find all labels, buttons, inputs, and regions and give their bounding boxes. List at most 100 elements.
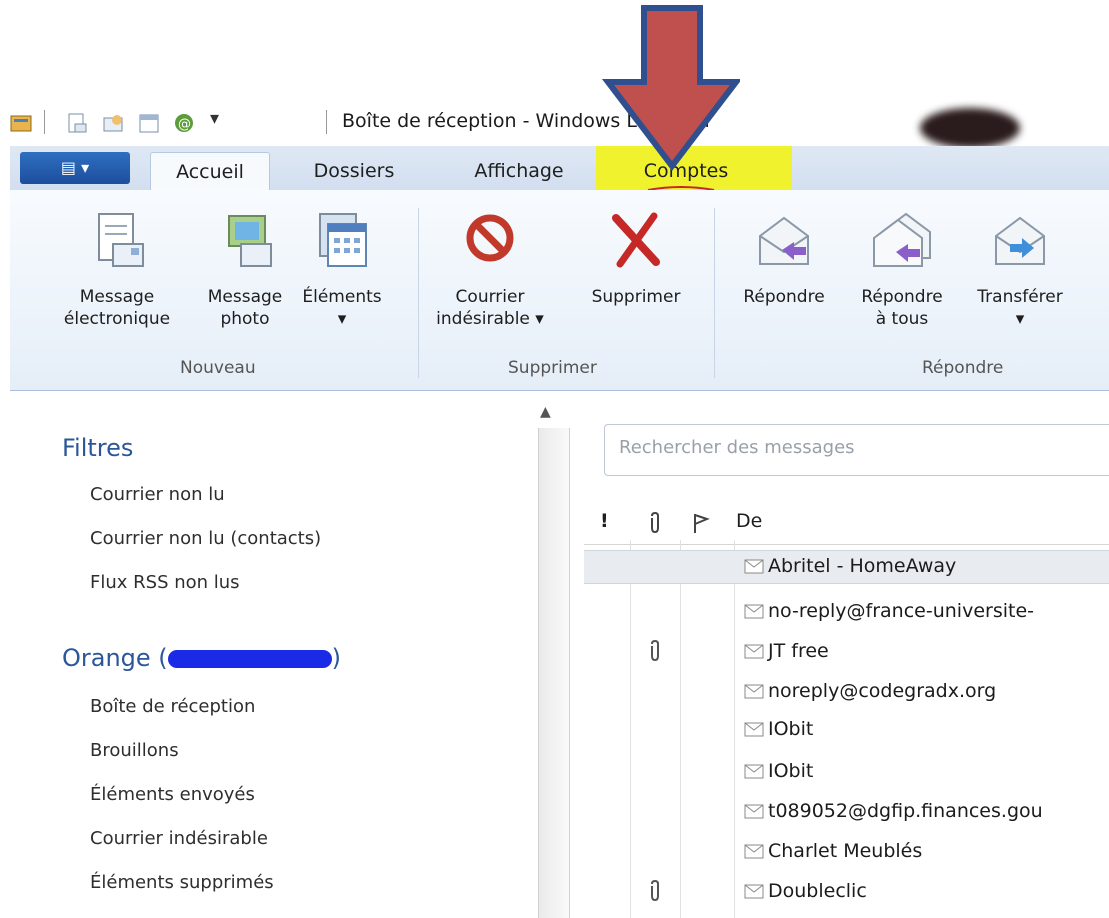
message-sender: IObit [768, 718, 814, 740]
attachment-icon [651, 880, 659, 902]
forward-label-1: Transférer [977, 287, 1063, 307]
tab-accueil[interactable]: Accueil [150, 152, 270, 191]
folder-inbox[interactable]: Boîte de réception [90, 696, 255, 717]
message-sender: JT free [768, 640, 829, 662]
envelope-icon [744, 804, 764, 819]
envelope-icon [744, 844, 764, 859]
red-arrow-annotation [601, 5, 740, 171]
message-sender: IObit [768, 760, 814, 782]
folder-junk[interactable]: Courrier indésirable [90, 828, 268, 849]
menu-icon: ▤ [60, 158, 76, 177]
search-placeholder: Rechercher des messages [619, 437, 855, 458]
photo-email-label-1: Message [207, 287, 283, 307]
ribbon-tabs: ▤ ▾ Accueil Dossiers Affichage Comptes [10, 146, 1109, 191]
junk-label-2: indésirable ▾ [436, 309, 544, 329]
new-message-icon[interactable] [66, 112, 88, 134]
reply-all-label-1: Répondre [861, 287, 943, 307]
scrollbar[interactable] [538, 428, 570, 918]
message-row[interactable]: Charlet Meublés [584, 836, 1109, 868]
envelope-icon [744, 722, 764, 737]
group-label-repondre: Répondre [922, 358, 1004, 378]
qa-separator [44, 110, 45, 134]
new-email-label-1: Message [79, 287, 155, 307]
message-row[interactable]: t089052@dgfip.finances.gou [584, 796, 1109, 828]
ribbon-home: Message électronique Message photo Éléme… [10, 190, 1109, 391]
filter-unread[interactable]: Courrier non lu [90, 484, 225, 505]
svg-text:@: @ [178, 117, 191, 132]
file-menu-button[interactable]: ▤ ▾ [20, 152, 130, 184]
reply-button[interactable]: Répondre [726, 210, 842, 308]
junk-button[interactable]: Courrier indésirable ▾ [430, 210, 550, 330]
importance-column[interactable]: ! [600, 510, 609, 532]
group-label-supprimer: Supprimer [508, 358, 597, 378]
junk-label-1: Courrier [455, 287, 525, 307]
chevron-down-icon: ▾ [337, 309, 347, 329]
message-row[interactable]: IObit [584, 756, 1109, 788]
items-calendar-icon [319, 213, 367, 267]
contacts-icon[interactable] [102, 112, 124, 134]
message-row[interactable]: Abritel - HomeAway [584, 550, 1109, 584]
message-sender: no-reply@france-universite- [768, 600, 1034, 622]
redacted-email [167, 650, 332, 668]
app-mail-icon[interactable] [10, 112, 32, 134]
forward-button[interactable]: Transférer ▾ [962, 210, 1078, 330]
search-input[interactable]: Rechercher des messages [604, 424, 1109, 476]
scroll-up-icon[interactable]: ▲ [540, 404, 551, 420]
reply-all-button[interactable]: Répondre à tous [844, 210, 960, 330]
envelope-icon [744, 559, 764, 574]
chevron-down-icon: ▾ [81, 158, 90, 177]
message-sender: Doubleclic [768, 880, 867, 902]
message-list-header: ! De [584, 500, 1109, 545]
delete-button[interactable]: Supprimer [576, 210, 696, 308]
calendar-icon[interactable] [138, 112, 160, 134]
photo-email-button[interactable]: Message photo [200, 210, 290, 330]
message-row[interactable]: noreply@codegradx.org [584, 676, 1109, 708]
reply-all-icon [873, 212, 931, 267]
account-suffix: ) [331, 644, 342, 672]
flag-column-icon[interactable] [692, 512, 710, 534]
filter-unread-rss[interactable]: Flux RSS non lus [90, 572, 240, 593]
message-sender: Abritel - HomeAway [768, 555, 957, 577]
from-column[interactable]: De [736, 510, 762, 532]
photo-email-label-2: photo [220, 309, 270, 329]
junk-icon [466, 214, 514, 262]
envelope-icon [744, 764, 764, 779]
folder-deleted[interactable]: Éléments supprimés [90, 872, 274, 893]
items-button[interactable]: Éléments ▾ [292, 210, 392, 330]
qa-customize-icon[interactable]: ▾ [210, 108, 219, 129]
send-receive-icon[interactable]: @ [174, 112, 196, 134]
filters-title[interactable]: Filtres [62, 434, 133, 462]
attachment-icon [651, 640, 659, 662]
forward-icon [995, 216, 1045, 265]
envelope-icon [744, 644, 764, 659]
attachment-column-icon[interactable] [648, 512, 662, 534]
message-sender: noreply@codegradx.org [768, 680, 997, 702]
tab-affichage[interactable]: Affichage [454, 152, 584, 190]
redacted-blob [920, 108, 1020, 148]
reply-label: Répondre [743, 287, 825, 307]
message-sender: t089052@dgfip.finances.gou [768, 800, 1043, 822]
chevron-down-icon: ▾ [1015, 309, 1025, 329]
envelope-icon [744, 884, 764, 899]
account-name: Orange ( [62, 644, 168, 672]
filter-unread-contacts[interactable]: Courrier non lu (contacts) [90, 528, 321, 549]
message-row[interactable]: IObit [584, 714, 1109, 746]
delete-icon [612, 212, 660, 268]
folder-pane: Filtres Courrier non lu Courrier non lu … [10, 392, 538, 918]
folder-sent[interactable]: Éléments envoyés [90, 784, 255, 805]
message-row[interactable]: JT free [584, 636, 1109, 668]
tab-dossiers[interactable]: Dossiers [294, 152, 414, 190]
message-sender: Charlet Meublés [768, 840, 923, 862]
envelope-icon [744, 604, 764, 619]
message-row[interactable]: Doubleclic [584, 876, 1109, 908]
title-bar: @ ▾ Boîte de réception - Windows Live Ma… [10, 100, 1109, 148]
items-label-1: Éléments [302, 287, 382, 307]
account-title[interactable]: Orange () [62, 644, 341, 672]
delete-label: Supprimer [591, 287, 681, 307]
new-email-button[interactable]: Message électronique [62, 210, 172, 330]
message-row[interactable]: no-reply@france-universite- [584, 596, 1109, 628]
group-label-nouveau: Nouveau [180, 358, 256, 378]
group-separator [418, 208, 419, 378]
group-separator [714, 208, 715, 378]
folder-drafts[interactable]: Brouillons [90, 740, 179, 761]
